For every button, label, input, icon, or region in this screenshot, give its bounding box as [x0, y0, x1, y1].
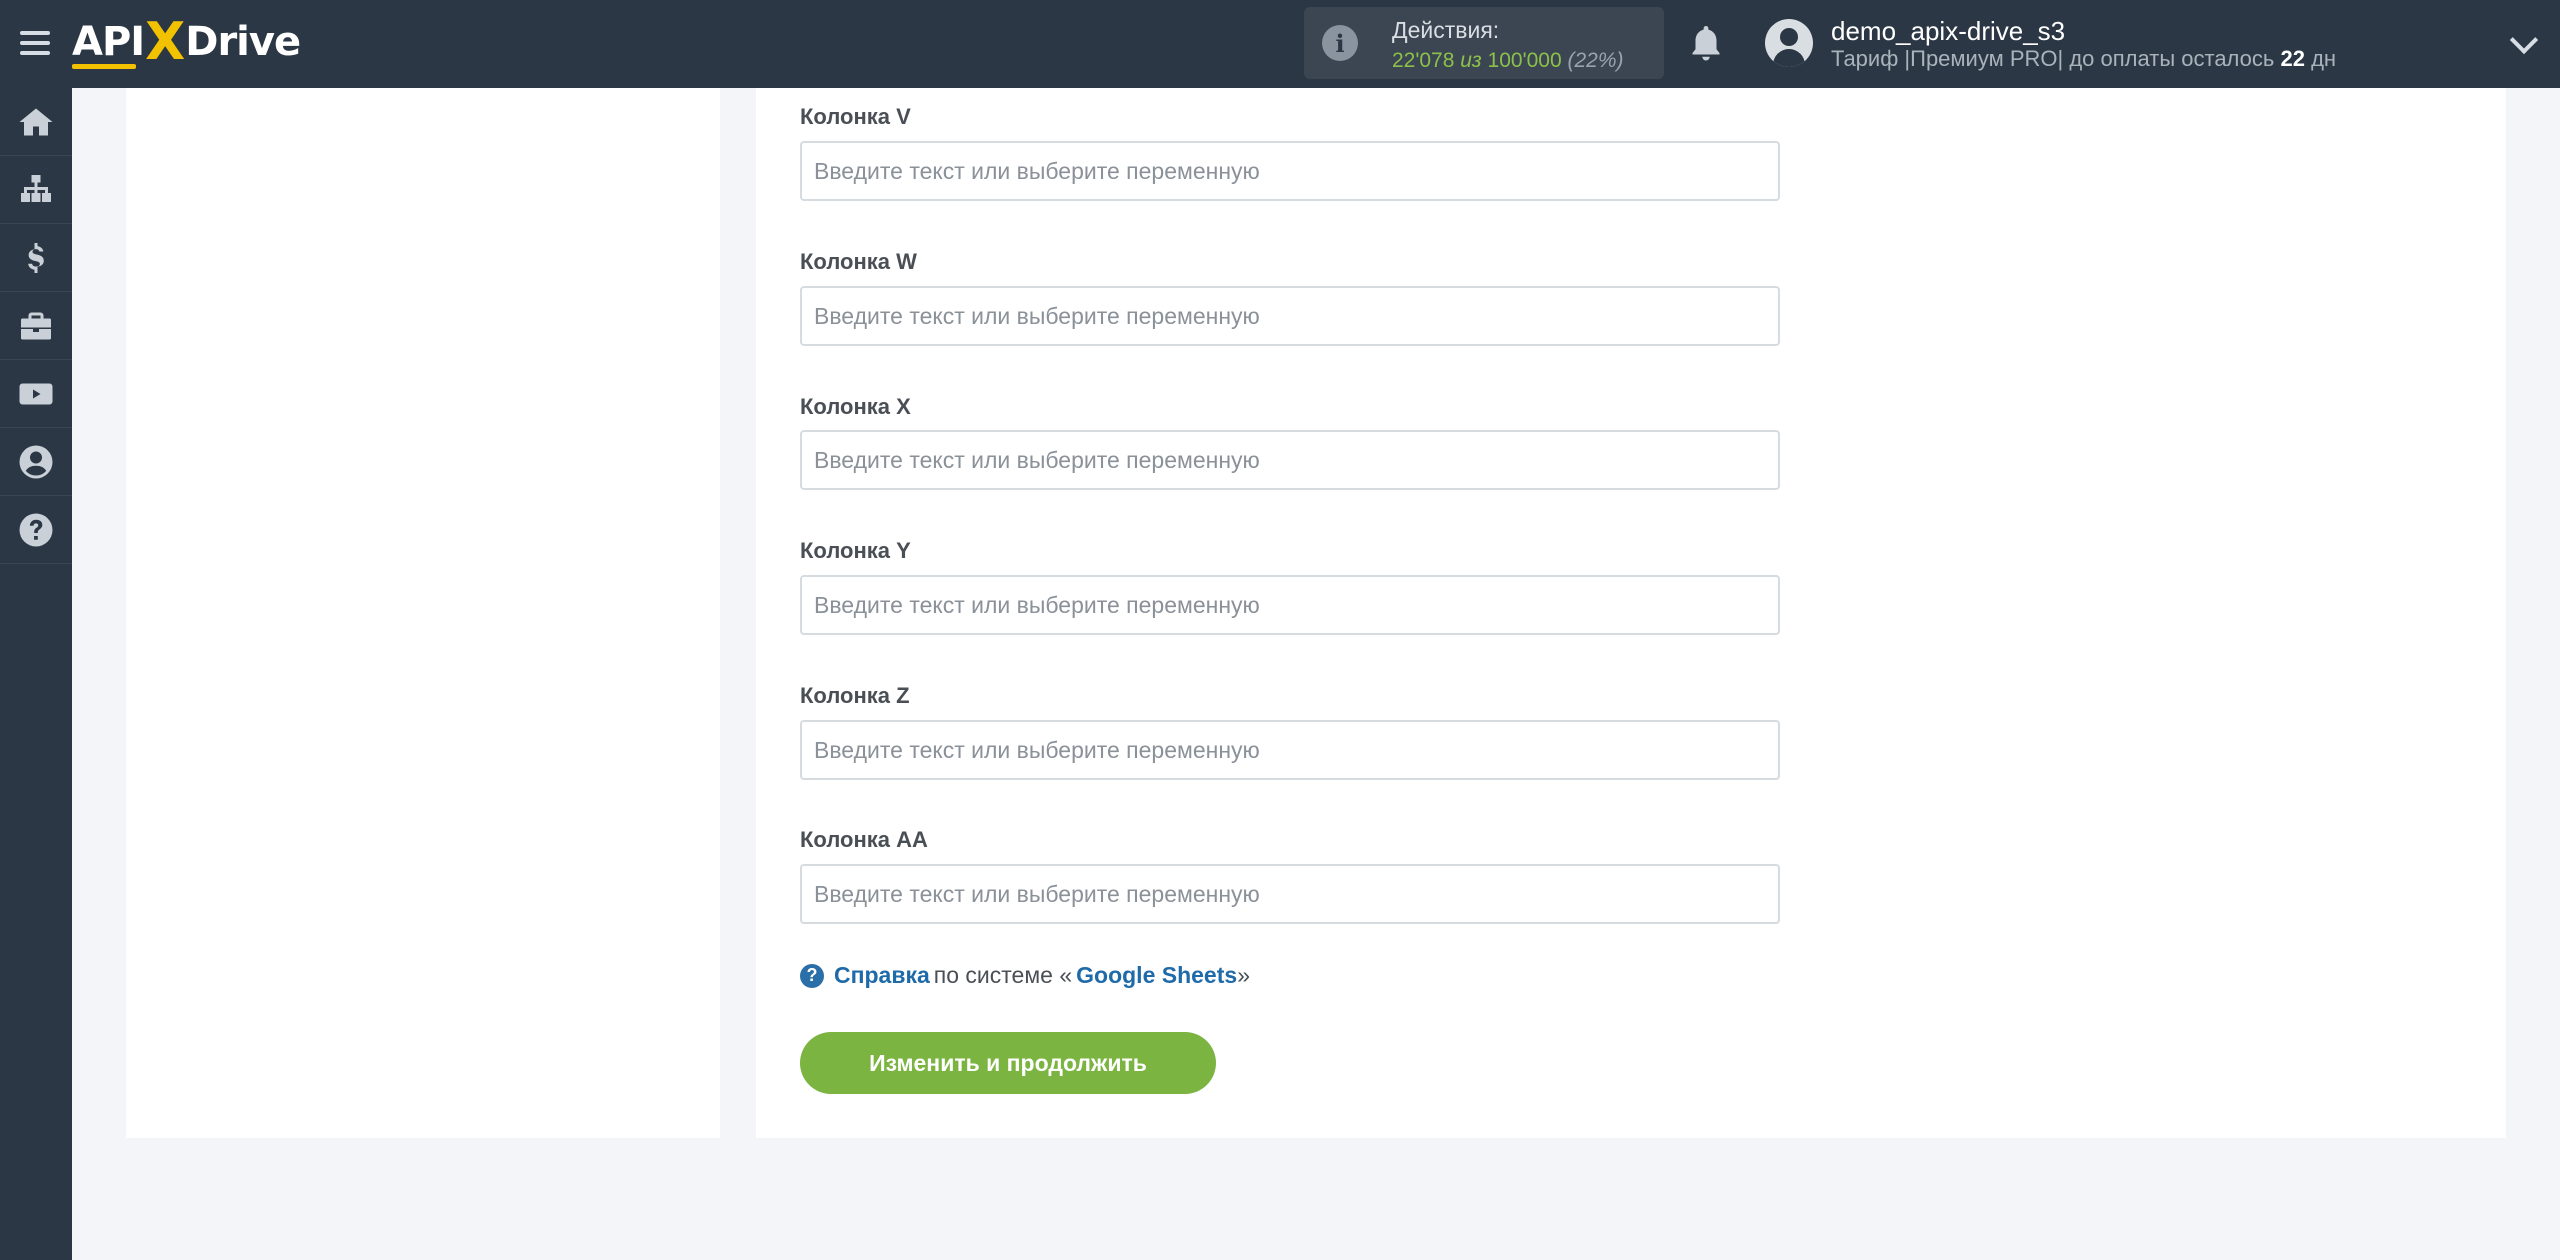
- sidebar-item-billing[interactable]: [0, 224, 72, 292]
- question-icon: [19, 513, 53, 546]
- sidebar-item-help[interactable]: [0, 496, 72, 564]
- sitemap-icon: [21, 174, 51, 202]
- chevron-down-icon[interactable]: [2509, 25, 2539, 55]
- actions-counter: i Действия: 22'078 из 100'000 (22%): [1304, 7, 1664, 79]
- actions-label: Действия:: [1392, 17, 1500, 43]
- field-label-column-w: Колонка W: [800, 249, 917, 274]
- sidebar: [0, 88, 72, 1260]
- help-text-end: »: [1237, 962, 1250, 988]
- logo-text-api: API: [72, 19, 145, 69]
- menu-icon[interactable]: [20, 28, 50, 58]
- plan-days-unit: дн: [2311, 46, 2337, 71]
- help-line: ? Справка по системе « Google Sheets »: [800, 962, 1250, 989]
- avatar[interactable]: [1765, 19, 1813, 67]
- user-circle-icon: [19, 445, 53, 478]
- actions-used: 22'078: [1392, 49, 1455, 72]
- column-z-input[interactable]: [800, 720, 1780, 780]
- user-name[interactable]: demo_apix-drive_s3: [1831, 16, 2065, 47]
- briefcase-icon: [21, 312, 51, 339]
- home-icon: [19, 108, 53, 135]
- save-and-continue-button[interactable]: Изменить и продолжить: [800, 1032, 1216, 1094]
- question-circle-icon: ?: [800, 963, 824, 988]
- column-aa-input[interactable]: [800, 864, 1780, 924]
- sidebar-item-profile[interactable]: [0, 428, 72, 496]
- actions-total: 100'000: [1487, 49, 1562, 72]
- apixdrive-logo[interactable]: API X Drive: [72, 12, 301, 72]
- help-text: по системе «: [933, 962, 1073, 988]
- field-label-column-y: Колонка Y: [800, 538, 911, 563]
- field-label-column-aa: Колонка AA: [800, 827, 928, 852]
- google-sheets-link[interactable]: Google Sheets: [1076, 962, 1237, 989]
- bell-icon[interactable]: [1688, 24, 1724, 64]
- sidebar-item-home[interactable]: [0, 88, 72, 156]
- actions-percent: (22%): [1567, 49, 1624, 72]
- top-bar: API X Drive i Действия: 22'078 из 100'00…: [0, 0, 2560, 88]
- sidebar-item-connections[interactable]: [0, 156, 72, 224]
- actions-of: из: [1460, 49, 1482, 72]
- logo-text-drive: Drive: [185, 19, 301, 65]
- help-link[interactable]: Справка: [834, 962, 930, 989]
- logo-text-x: X: [145, 12, 185, 72]
- column-x-input[interactable]: [800, 430, 1780, 490]
- info-icon: i: [1322, 25, 1358, 61]
- sidebar-item-projects[interactable]: [0, 292, 72, 360]
- plan-days: 22: [2280, 46, 2305, 71]
- plan-text: Тариф |Премиум PRO| до оплаты осталось: [1831, 46, 2275, 71]
- column-y-input[interactable]: [800, 575, 1780, 635]
- left-panel: [126, 88, 720, 1138]
- sidebar-item-videos[interactable]: [0, 360, 72, 428]
- column-w-input[interactable]: [800, 286, 1780, 346]
- actions-value: 22'078 из 100'000 (22%): [1392, 49, 1624, 73]
- field-label-column-z: Колонка Z: [800, 683, 910, 708]
- user-plan: Тариф |Премиум PRO| до оплаты осталось 2…: [1831, 46, 2336, 72]
- field-label-column-v: Колонка V: [800, 104, 911, 129]
- dollar-icon: [28, 242, 44, 273]
- column-v-input[interactable]: [800, 141, 1780, 201]
- youtube-icon: [19, 383, 53, 404]
- field-label-column-x: Колонка X: [800, 394, 911, 419]
